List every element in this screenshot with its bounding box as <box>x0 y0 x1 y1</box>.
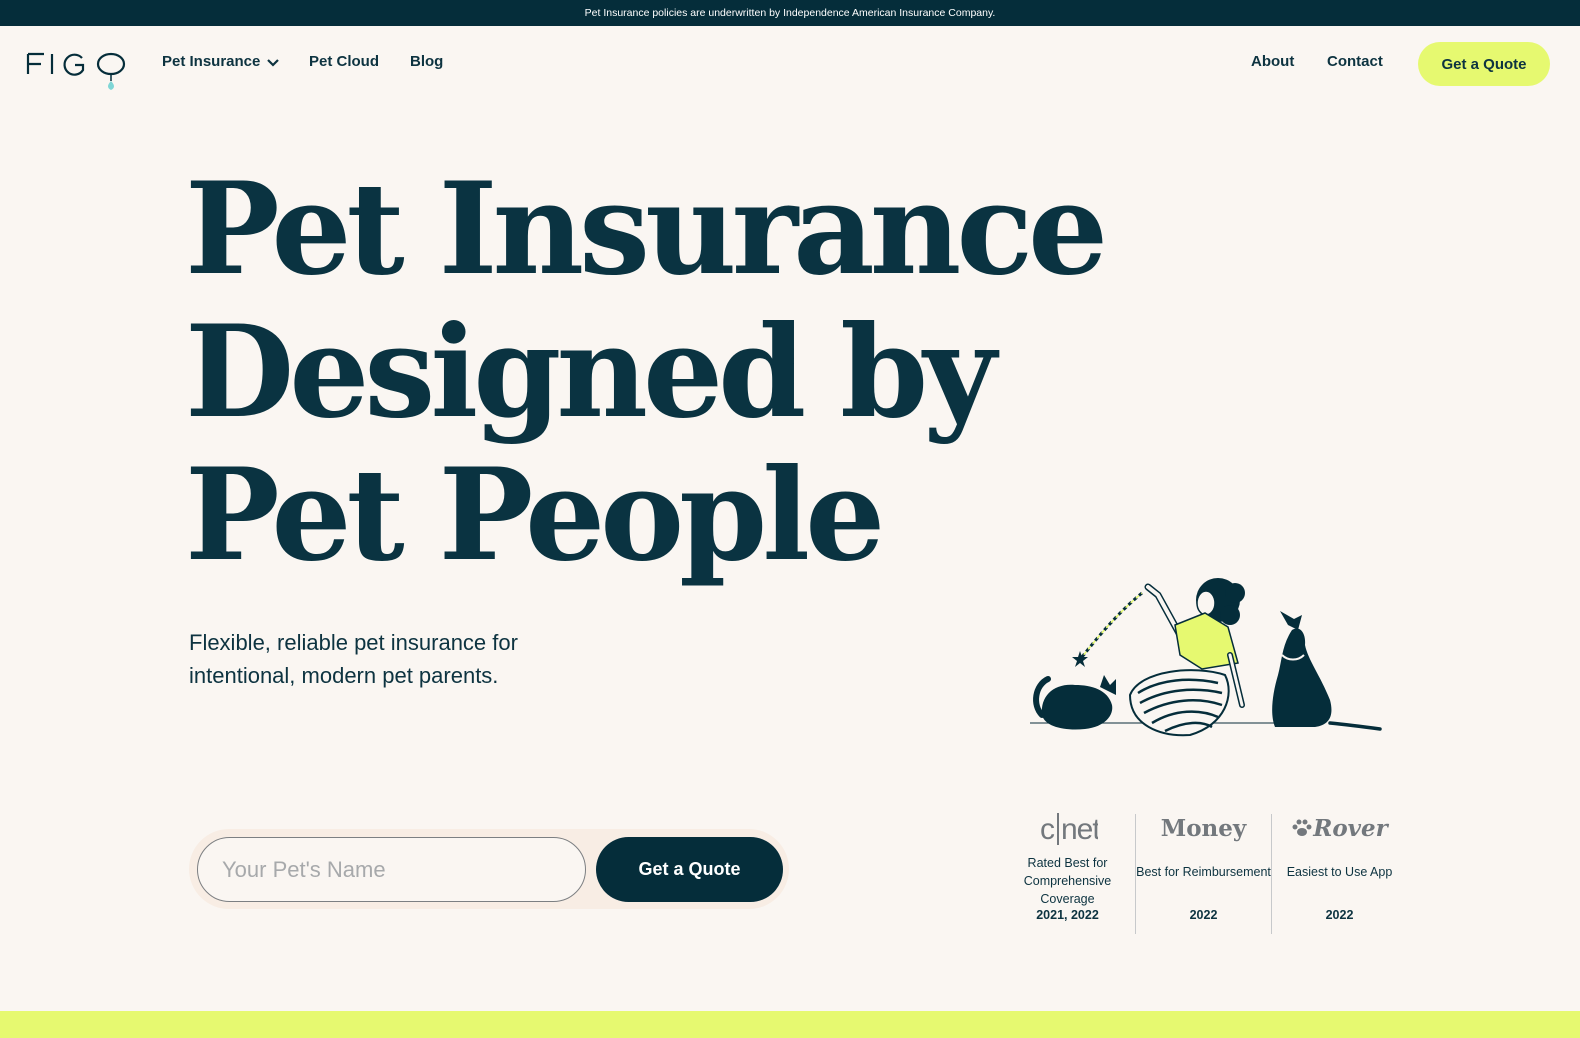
nav-contact[interactable]: Contact <box>1327 53 1383 70</box>
rover-logo: Rover <box>1272 808 1407 848</box>
hero-title-line-2: Designed by <box>185 298 996 446</box>
award-cnet: c net Rated Best for Comprehensive Cover… <box>1000 808 1135 930</box>
hero-title: Pet Insurance Designed by Pet People <box>185 155 1108 589</box>
nav-pet-cloud-label: Pet Cloud <box>309 53 379 70</box>
hero-title-line-3: Pet People <box>185 441 885 589</box>
nav-get-a-quote-label: Get a Quote <box>1441 55 1527 73</box>
nav-pet-cloud[interactable]: Pet Cloud <box>309 53 379 70</box>
svg-text:net: net <box>1061 813 1098 845</box>
figo-logo[interactable] <box>26 48 130 92</box>
hero-get-a-quote-label: Get a Quote <box>638 859 741 879</box>
hero-get-a-quote-button[interactable]: Get a Quote <box>596 837 783 902</box>
svg-text:c: c <box>1040 813 1055 845</box>
nav-about[interactable]: About <box>1251 53 1294 70</box>
cnet-logo-mark: c net <box>1040 813 1098 845</box>
award-cnet-desc: Rated Best for Comprehensive Coverage <box>1023 856 1112 906</box>
award-rover: Rover Easiest to Use App 2022 <box>1272 808 1407 930</box>
pet-name-input[interactable] <box>197 837 586 902</box>
money-logo: Money <box>1136 808 1271 848</box>
pets-illustration <box>1030 578 1382 737</box>
underwriter-banner: Pet Insurance policies are underwritten … <box>0 0 1580 26</box>
main-nav: Pet Insurance Pet Cloud Blog About Conta… <box>0 26 1580 102</box>
paw-icon <box>1292 819 1312 836</box>
award-money-year: 2022 <box>1189 908 1218 922</box>
award-money: Money Best for Reimbursement 2022 <box>1136 808 1271 930</box>
award-rover-year: 2022 <box>1325 908 1354 922</box>
underwriter-text: Pet Insurance policies are underwritten … <box>584 7 996 19</box>
nav-blog-label: Blog <box>410 53 444 70</box>
nav-about-label: About <box>1251 53 1295 70</box>
nav-get-a-quote-button[interactable]: Get a Quote <box>1418 42 1550 86</box>
hero-title-line-1: Pet Insurance <box>185 155 1108 303</box>
award-cnet-year: 2021, 2022 <box>1036 908 1099 922</box>
rover-logo-text: Rover <box>1313 814 1388 842</box>
chevron-down-icon <box>267 58 280 67</box>
nav-pet-insurance[interactable]: Pet Insurance <box>162 53 280 70</box>
hero-subtitle: Flexible, reliable pet insurance for int… <box>189 630 518 688</box>
nav-pet-insurance-label: Pet Insurance <box>162 53 261 70</box>
next-section-band <box>0 1011 1580 1038</box>
award-money-desc: Best for Reimbursement <box>1136 865 1271 879</box>
money-logo-text: Money <box>1160 814 1247 842</box>
awards-section: c net Rated Best for Comprehensive Cover… <box>1000 808 1407 934</box>
nav-blog[interactable]: Blog <box>410 53 443 70</box>
nav-contact-label: Contact <box>1327 53 1383 70</box>
award-rover-desc: Easiest to Use App <box>1286 865 1393 879</box>
cnet-logo: c net <box>1000 808 1135 848</box>
